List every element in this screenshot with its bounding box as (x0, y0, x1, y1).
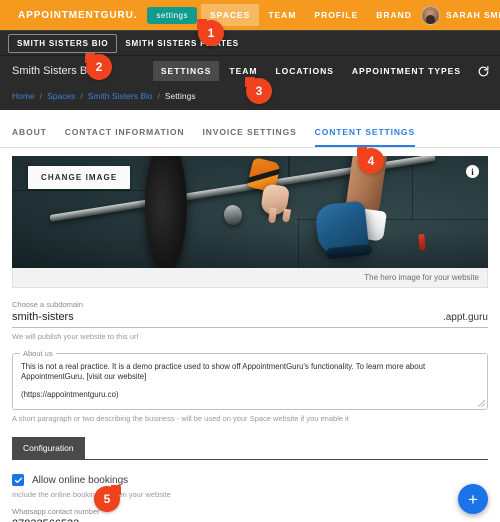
tab-locations[interactable]: LOCATIONS (267, 61, 341, 81)
subdomain-suffix: .appt.guru (442, 312, 488, 323)
info-icon[interactable]: i (466, 165, 479, 178)
refresh-icon[interactable] (477, 65, 490, 78)
breadcrumb-item-settings: Settings (164, 91, 196, 101)
allow-online-bookings-help-text: Include the online booking form on your … (12, 490, 171, 500)
annotation-marker-1: 1 (197, 19, 224, 46)
space-tab-smith-sisters-bio[interactable]: SMITH SISTERS BIO (8, 33, 118, 53)
main-content: ABOUT CONTACT INFORMATION INVOICE SETTIN… (0, 110, 500, 522)
annotation-marker-4: 4 (357, 147, 384, 174)
tab-content-settings[interactable]: CONTENT SETTINGS (314, 127, 416, 147)
breadcrumb-separator: / (80, 91, 83, 101)
whatsapp-value: 27832566533 (12, 518, 79, 522)
brand-logo[interactable]: APPOINTMENTGURU. (18, 10, 137, 21)
configuration-tab-bar: Configuration (12, 437, 488, 461)
about-us-textarea[interactable]: About us This is not a real practice. It… (12, 349, 488, 411)
about-us-text-line-2: (https://appointmentguru.co) (21, 390, 119, 400)
subdomain-input[interactable]: smith-sisters .appt.guru (12, 309, 488, 328)
allow-online-bookings-row[interactable]: Allow online bookings (12, 474, 488, 487)
textarea-resize-handle[interactable] (478, 400, 485, 408)
tab-settings[interactable]: SETTINGS (152, 61, 220, 81)
tab-about[interactable]: ABOUT (12, 127, 47, 147)
global-top-bar: APPOINTMENTGURU. settings SPACES TEAM PR… (0, 0, 500, 30)
change-image-button[interactable]: CHANGE IMAGE (28, 166, 131, 189)
subdomain-field-group: Choose a subdomain smith-sisters .appt.g… (12, 292, 488, 341)
user-name-label[interactable]: SARAH SMITH (446, 10, 500, 20)
settings-form: Choose a subdomain smith-sisters .appt.g… (0, 288, 500, 522)
annotation-marker-5: 5 (94, 485, 121, 512)
add-fab-button[interactable]: + (458, 484, 488, 514)
breadcrumb-item-smith-sisters-bio[interactable]: Smith Sisters Bio (88, 91, 153, 101)
whatsapp-input[interactable]: 27832566533 (12, 516, 488, 522)
topnav-item-profile[interactable]: PROFILE (305, 4, 367, 26)
allow-online-bookings-checkbox[interactable] (12, 474, 24, 487)
content-tab-bar: ABOUT CONTACT INFORMATION INVOICE SETTIN… (0, 110, 500, 148)
about-us-legend: About us (20, 349, 56, 358)
app-window: APPOINTMENTGURU. settings SPACES TEAM PR… (0, 0, 500, 522)
topnav-item-brand[interactable]: BRAND (367, 4, 421, 26)
whatsapp-field-group: Whatsapp contact number 27832566533 (12, 499, 488, 522)
tab-invoice-settings[interactable]: INVOICE SETTINGS (202, 127, 296, 147)
configuration-panel: Allow online bookings Include the online… (12, 460, 488, 522)
breadcrumb-item-home[interactable]: Home (12, 91, 35, 101)
plus-icon: + (468, 489, 478, 509)
space-tab-bar: SMITH SISTERS BIO SMITH SISTERS PILATES (0, 30, 500, 56)
breadcrumb-separator: / (39, 91, 43, 101)
breadcrumb-item-spaces[interactable]: Spaces (47, 91, 75, 101)
about-us-help-text: A short paragraph or two describing the … (12, 414, 349, 424)
hero-image-section: CHANGE IMAGE i The hero image for your w… (0, 148, 500, 288)
floor-seam (297, 217, 300, 268)
whatsapp-label: Whatsapp contact number (12, 507, 100, 517)
avatar[interactable] (420, 5, 440, 25)
tab-appointment-types[interactable]: APPOINTMENT TYPES (344, 61, 469, 81)
floor-seam (411, 156, 414, 221)
tab-contact-information[interactable]: CONTACT INFORMATION (65, 127, 185, 147)
page-title: Smith Sisters Bio (12, 65, 96, 77)
barbell-plate (145, 156, 188, 268)
subdomain-value: smith-sisters (12, 311, 74, 323)
annotation-marker-2: 2 (85, 53, 112, 80)
subdomain-label: Choose a subdomain (12, 300, 83, 309)
about-us-text-line-1: This is not a real practice. It is a dem… (21, 362, 426, 381)
hero-image[interactable]: CHANGE IMAGE i (12, 156, 488, 268)
tab-configuration[interactable]: Configuration (12, 437, 85, 460)
annotation-marker-3: 3 (245, 77, 272, 104)
hero-caption: The hero image for your website (12, 268, 488, 288)
settings-badge[interactable]: settings (147, 6, 197, 24)
space-tab-smith-sisters-pilates[interactable]: SMITH SISTERS PILATES (117, 35, 247, 52)
breadcrumb-separator: / (157, 91, 160, 101)
subdomain-help-text: We will publish your website to this url (12, 332, 139, 341)
topnav-item-team[interactable]: TEAM (259, 4, 305, 26)
page-header-nav: SETTINGS TEAM LOCATIONS APPOINTMENT TYPE… (152, 61, 490, 81)
